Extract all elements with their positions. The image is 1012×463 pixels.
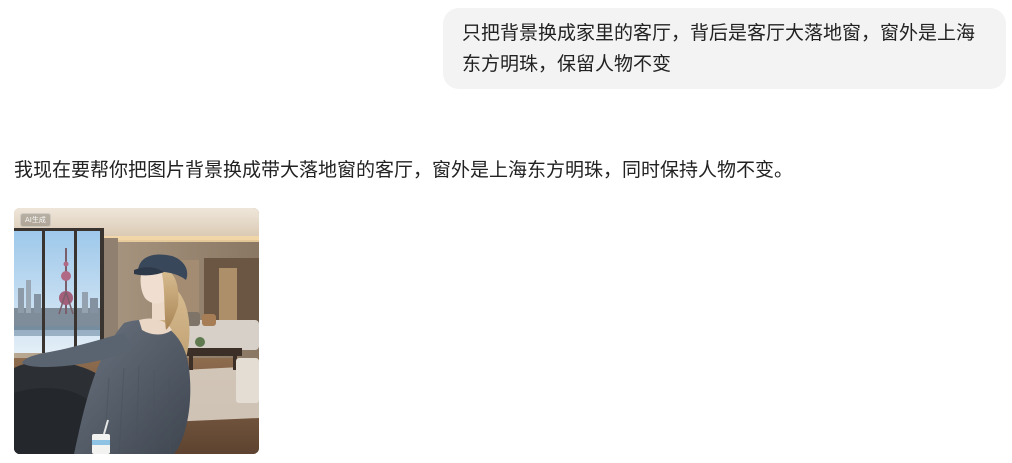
user-message-bubble: 只把背景换成家里的客厅，背后是客厅大落地窗，窗外是上海东方明珠，保留人物不变 xyxy=(443,8,1006,89)
assistant-message-text: 我现在要帮你把图片背景换成带大落地窗的客厅，窗外是上海东方明珠，同时保持人物不变… xyxy=(14,159,794,181)
generated-image[interactable]: AI生成 xyxy=(14,208,259,454)
ai-generated-badge: AI生成 xyxy=(20,213,51,227)
generated-image-illustration xyxy=(14,208,259,454)
user-message-text: 只把背景换成家里的客厅，背后是客厅大落地窗，窗外是上海东方明珠，保留人物不变 xyxy=(462,22,976,75)
